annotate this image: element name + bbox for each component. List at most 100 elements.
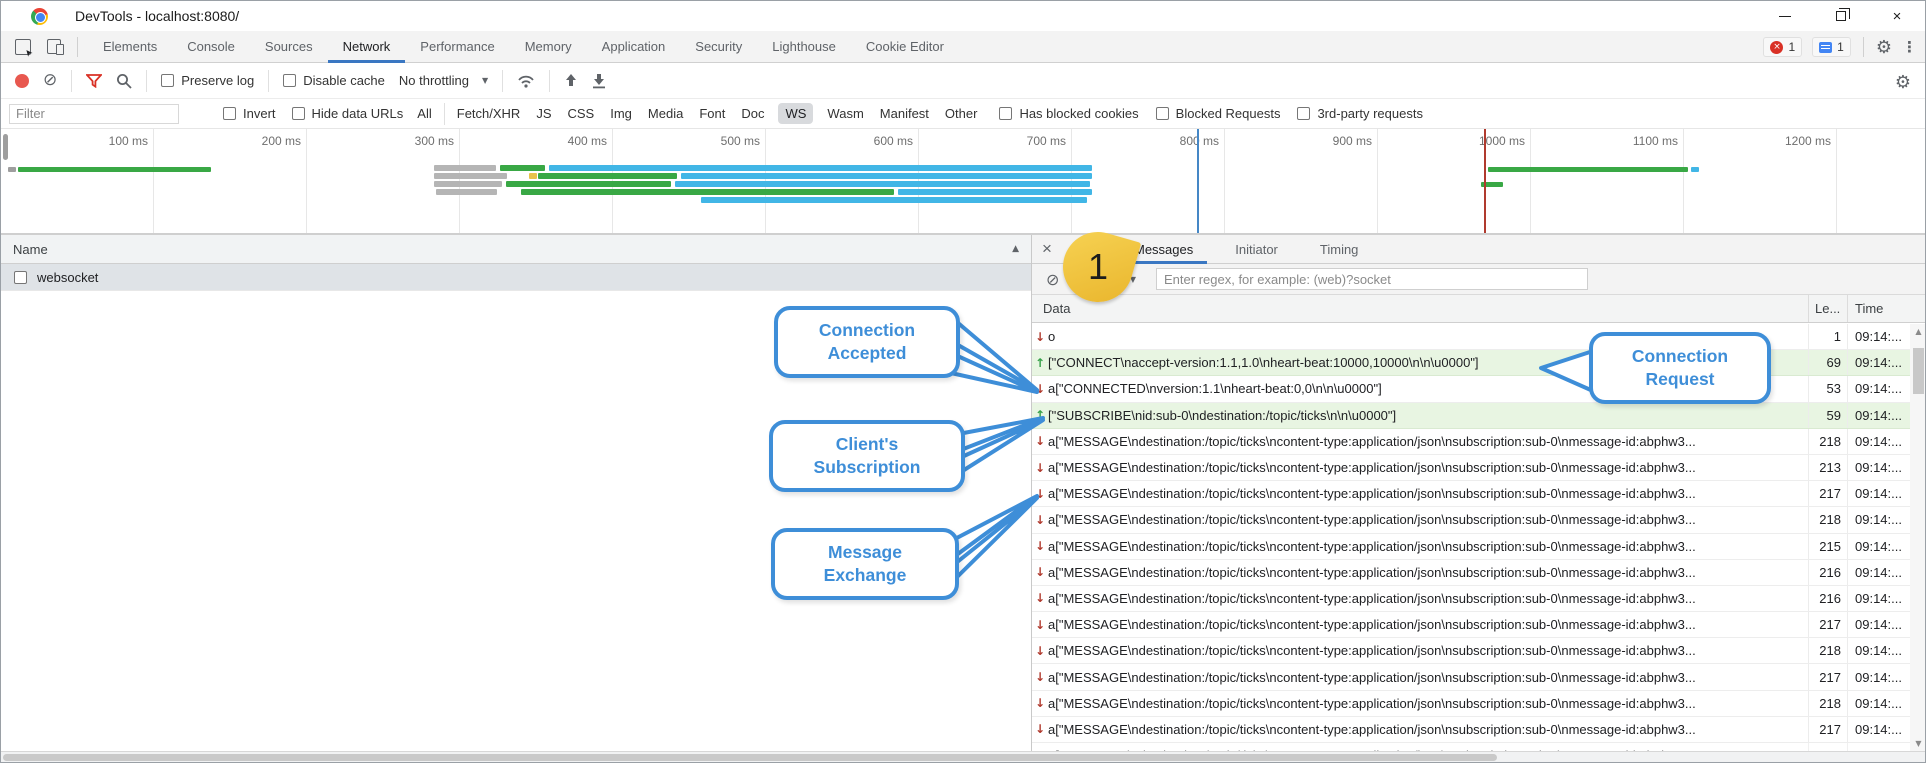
message-row[interactable]: ↓ o 1 09:14:...: [1032, 324, 1910, 350]
blocked-requests-toggle[interactable]: Blocked Requests: [1156, 106, 1281, 121]
direction-arrow-icon: ↑: [1032, 408, 1048, 422]
main-tab[interactable]: Sources: [250, 31, 328, 63]
main-tab[interactable]: Performance: [405, 31, 509, 63]
timeline-mini-scrollbar[interactable]: [3, 134, 8, 160]
timeline-overview[interactable]: 100 ms 200 ms 300 ms 400 ms 500 ms: [1, 129, 1925, 234]
main-tabs: Elements Console Sources Network Perform…: [88, 31, 959, 63]
horizontal-scrollbar-thumb[interactable]: [3, 754, 1497, 761]
message-row[interactable]: ↓ a["MESSAGE\ndestination:/topic/ticks\n…: [1032, 664, 1910, 690]
has-blocked-cookies-toggle[interactable]: Has blocked cookies: [999, 106, 1138, 121]
message-row[interactable]: ↓ a["MESSAGE\ndestination:/topic/ticks\n…: [1032, 691, 1910, 717]
inspect-element-icon[interactable]: [15, 39, 31, 55]
horizontal-scrollbar[interactable]: [1, 751, 1925, 762]
message-row[interactable]: ↓ a["MESSAGE\ndestination:/topic/ticks\n…: [1032, 455, 1910, 481]
message-row[interactable]: ↓ a["MESSAGE\ndestination:/topic/ticks\n…: [1032, 743, 1910, 751]
main-tab[interactable]: Elements: [88, 31, 172, 63]
main-tab[interactable]: Security: [680, 31, 757, 63]
data-column-header[interactable]: Data: [1032, 301, 1808, 316]
filter-chip[interactable]: Font: [699, 106, 725, 121]
third-party-toggle[interactable]: 3rd-party requests: [1297, 106, 1423, 121]
main-tab[interactable]: Cookie Editor: [851, 31, 959, 63]
error-badge[interactable]: × 1: [1763, 37, 1802, 57]
invert-toggle[interactable]: Invert: [223, 106, 276, 121]
devtools-tab-bar: Elements Console Sources Network Perform…: [1, 31, 1925, 63]
main-tab[interactable]: Memory: [510, 31, 587, 63]
message-row[interactable]: ↓ a["MESSAGE\ndestination:/topic/ticks\n…: [1032, 507, 1910, 533]
restore-button[interactable]: [1813, 1, 1869, 31]
time-column-header[interactable]: Time: [1847, 295, 1910, 322]
message-row[interactable]: ↓ a["MESSAGE\ndestination:/topic/ticks\n…: [1032, 717, 1910, 743]
network-conditions-icon[interactable]: [517, 74, 535, 88]
clear-icon[interactable]: ⊘: [43, 72, 57, 89]
message-row[interactable]: ↑ ["SUBSCRIBE\nid:sub-0\ndestination:/to…: [1032, 403, 1910, 429]
vertical-scrollbar[interactable]: ▲ ▼: [1910, 324, 1926, 751]
invert-checkbox[interactable]: [223, 107, 236, 120]
name-column-header[interactable]: Name ▲: [1, 235, 1031, 264]
message-data: a["MESSAGE\ndestination:/topic/ticks\nco…: [1048, 722, 1808, 737]
filter-chip[interactable]: Other: [945, 106, 978, 121]
close-button[interactable]: ×: [1869, 1, 1925, 31]
export-har-icon[interactable]: [592, 73, 606, 89]
message-length: 217: [1808, 717, 1847, 742]
device-toolbar-icon[interactable]: [47, 39, 61, 54]
message-row[interactable]: ↓ a["MESSAGE\ndestination:/topic/ticks\n…: [1032, 638, 1910, 664]
hide-data-urls-checkbox[interactable]: [292, 107, 305, 120]
issues-badge[interactable]: 1: [1812, 37, 1851, 57]
main-tab[interactable]: Application: [587, 31, 681, 63]
search-icon[interactable]: [116, 73, 132, 89]
message-row[interactable]: ↑ ["CONNECT\naccept-version:1.1,1.0\nhea…: [1032, 350, 1910, 376]
disable-cache-toggle[interactable]: Disable cache: [283, 73, 385, 88]
settings-gear-icon[interactable]: ⚙: [1876, 37, 1892, 58]
filter-chip[interactable]: Img: [610, 106, 632, 121]
filter-chip[interactable]: Fetch/XHR: [457, 106, 521, 121]
close-panel-icon[interactable]: ×: [1032, 239, 1062, 259]
request-row-websocket[interactable]: websocket: [1, 264, 1031, 291]
preserve-log-toggle[interactable]: Preserve log: [161, 73, 254, 88]
throttling-select[interactable]: No throttling ▼: [399, 73, 488, 88]
minimize-button[interactable]: [1757, 1, 1813, 31]
message-row[interactable]: ↓ a["MESSAGE\ndestination:/topic/ticks\n…: [1032, 481, 1910, 507]
message-row[interactable]: ↓ a["MESSAGE\ndestination:/topic/ticks\n…: [1032, 560, 1910, 586]
network-settings-gear-icon[interactable]: ⚙: [1895, 72, 1911, 93]
filter-chip[interactable]: Manifest: [880, 106, 929, 121]
filter-funnel-icon[interactable]: [86, 74, 102, 88]
main-tab[interactable]: Console: [172, 31, 250, 63]
filter-chip[interactable]: WS: [778, 103, 813, 124]
message-row[interactable]: ↓ a["MESSAGE\ndestination:/topic/ticks\n…: [1032, 534, 1910, 560]
main-tab[interactable]: Network: [328, 31, 406, 63]
timeline-bars: [1, 129, 1925, 233]
record-button[interactable]: [15, 74, 29, 88]
more-options-icon[interactable]: ⋮: [1902, 38, 1917, 56]
message-row[interactable]: ↓ a["CONNECTED\nversion:1.1\nheart-beat:…: [1032, 376, 1910, 402]
request-checkbox[interactable]: [14, 271, 27, 284]
message-length: 217: [1808, 664, 1847, 689]
preserve-log-checkbox[interactable]: [161, 74, 174, 87]
hide-data-urls-toggle[interactable]: Hide data URLs: [292, 106, 404, 121]
clear-messages-icon[interactable]: ⊘: [1046, 270, 1059, 289]
has-blocked-cookies-checkbox[interactable]: [999, 107, 1012, 120]
regex-filter-input[interactable]: [1156, 268, 1588, 290]
scroll-up-icon[interactable]: ▲: [1910, 324, 1926, 339]
message-length: 217: [1808, 481, 1847, 506]
blocked-requests-checkbox[interactable]: [1156, 107, 1169, 120]
filter-chip[interactable]: JS: [536, 106, 551, 121]
filter-input[interactable]: [9, 104, 179, 124]
ws-tab[interactable]: Initiator: [1221, 235, 1292, 264]
ws-tab[interactable]: Timing: [1306, 235, 1373, 264]
length-column-header[interactable]: Le...: [1808, 295, 1847, 322]
scroll-down-icon[interactable]: ▼: [1910, 736, 1926, 751]
message-row[interactable]: ↓ a["MESSAGE\ndestination:/topic/ticks\n…: [1032, 429, 1910, 455]
filter-chip[interactable]: Media: [648, 106, 683, 121]
message-row[interactable]: ↓ a["MESSAGE\ndestination:/topic/ticks\n…: [1032, 612, 1910, 638]
main-tab[interactable]: Lighthouse: [757, 31, 851, 63]
filter-chip[interactable]: CSS: [568, 106, 595, 121]
third-party-checkbox[interactable]: [1297, 107, 1310, 120]
scrollbar-thumb[interactable]: [1913, 348, 1924, 394]
import-har-icon[interactable]: [564, 73, 578, 88]
domcontentloaded-line: [1197, 129, 1199, 233]
filter-chip[interactable]: Wasm: [827, 106, 863, 121]
message-row[interactable]: ↓ a["MESSAGE\ndestination:/topic/ticks\n…: [1032, 586, 1910, 612]
filter-chip-all[interactable]: All: [417, 106, 431, 121]
filter-chip[interactable]: Doc: [741, 106, 764, 121]
disable-cache-checkbox[interactable]: [283, 74, 296, 87]
